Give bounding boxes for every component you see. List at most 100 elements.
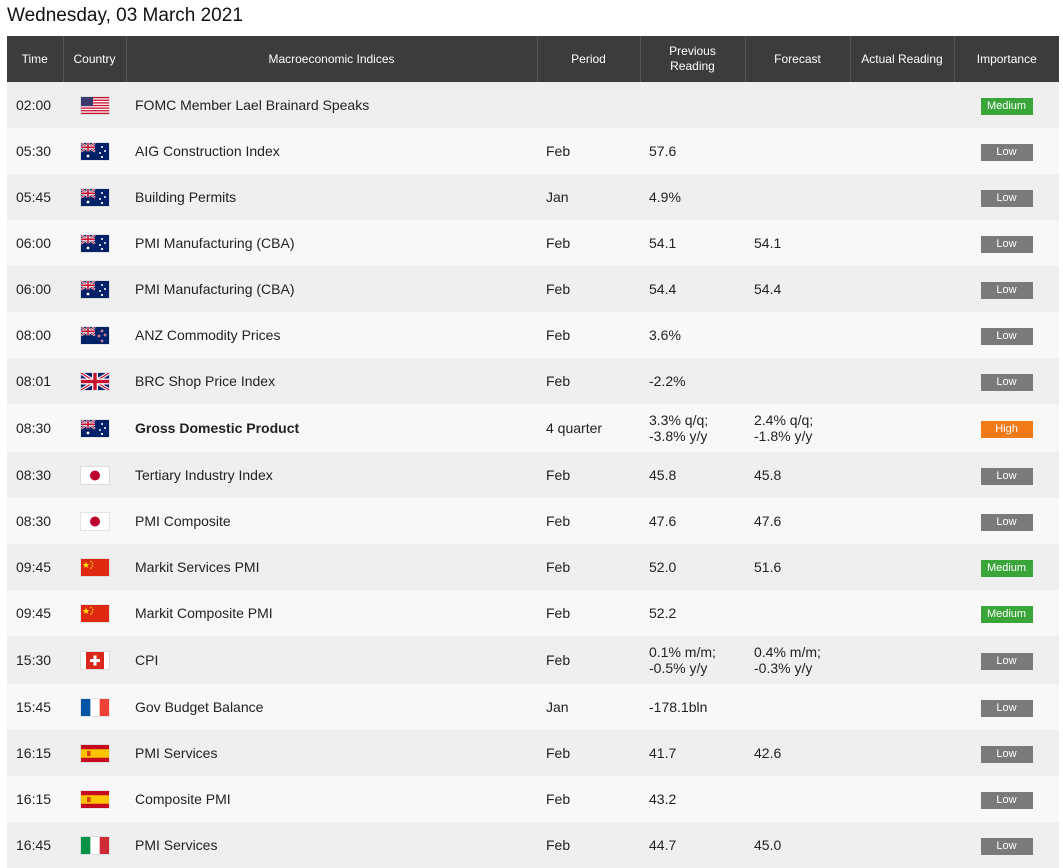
- cell-country: [63, 312, 126, 358]
- cell-country: [63, 404, 126, 452]
- cell-event: BRC Shop Price Index: [126, 358, 537, 404]
- col-header-actual[interactable]: Actual Reading: [849, 36, 954, 82]
- col-header-time[interactable]: Time: [7, 36, 63, 82]
- cell-time: 08:30: [7, 498, 63, 544]
- cell-period: Jan: [537, 684, 640, 730]
- table-row[interactable]: 05:30 AIG Construction Index Feb 57.6 Low: [7, 128, 1059, 174]
- cell-country: [63, 544, 126, 590]
- table-row[interactable]: 08:30 PMI Composite Feb 47.6 47.6 Low: [7, 498, 1059, 544]
- table-row[interactable]: 08:30 Gross Domestic Product 4 quarter 3.3%…: [7, 404, 1059, 452]
- cell-importance: Low: [954, 452, 1059, 498]
- cell-importance: Low: [954, 128, 1059, 174]
- col-header-period[interactable]: Period: [536, 36, 640, 82]
- cell-country: [63, 266, 126, 312]
- col-header-indices[interactable]: Macroeconomic Indices: [125, 36, 537, 82]
- importance-badge: Medium: [980, 97, 1033, 115]
- table-header-row: Time Country Macroeconomic Indices Perio…: [7, 36, 1059, 82]
- col-header-forecast[interactable]: Forecast: [744, 36, 850, 82]
- importance-badge: Low: [980, 837, 1033, 855]
- cell-previous: 57.6: [640, 128, 745, 174]
- australia-flag-icon: [80, 280, 109, 298]
- cell-importance: Low: [954, 636, 1059, 684]
- cell-previous: 41.7: [640, 730, 745, 776]
- cell-time: 15:45: [7, 684, 63, 730]
- cell-period: Feb: [537, 312, 640, 358]
- switzerland-flag-icon: [80, 651, 109, 669]
- cell-event: AIG Construction Index: [126, 128, 537, 174]
- cell-importance: Medium: [954, 544, 1059, 590]
- table-row[interactable]: 15:45 Gov Budget Balance Jan -178.1bln Low: [7, 684, 1059, 730]
- importance-badge: Medium: [980, 559, 1033, 577]
- table-row[interactable]: 08:01 BRC Shop Price Index Feb -2.2% Low: [7, 358, 1059, 404]
- importance-badge: Low: [980, 791, 1033, 809]
- cell-forecast: 45.0: [745, 822, 850, 868]
- cell-country: [63, 220, 126, 266]
- table-row[interactable]: 15:30 CPI Feb 0.1% m/m; -0.5% y/y 0.4% m/m; …: [7, 636, 1059, 684]
- table-row[interactable]: 09:45 Markit Composite PMI Feb 52.2 Medium: [7, 590, 1059, 636]
- australia-flag-icon: [80, 142, 109, 160]
- cell-forecast: [745, 82, 850, 128]
- cell-actual: [850, 312, 954, 358]
- table-row[interactable]: 09:45 Markit Services PMI Feb 52.0 51.6 Mediu…: [7, 544, 1059, 590]
- cell-importance: Low: [954, 822, 1059, 868]
- cell-time: 16:15: [7, 776, 63, 822]
- cell-actual: [850, 266, 954, 312]
- cell-importance: Low: [954, 498, 1059, 544]
- table-row[interactable]: 08:30 Tertiary Industry Index Feb 45.8 45.8 L…: [7, 452, 1059, 498]
- cell-actual: [850, 590, 954, 636]
- cell-actual: [850, 220, 954, 266]
- cell-time: 08:30: [7, 404, 63, 452]
- importance-badge: Low: [980, 189, 1033, 207]
- cell-previous: 52.0: [640, 544, 745, 590]
- cell-country: [63, 636, 126, 684]
- cell-previous: [640, 82, 745, 128]
- cell-event: PMI Services: [126, 730, 537, 776]
- cell-time: 15:30: [7, 636, 63, 684]
- australia-flag-icon: [80, 188, 109, 206]
- cell-event: Building Permits: [126, 174, 537, 220]
- table-row[interactable]: 08:00 ANZ Commodity Prices Feb 3.6% Low: [7, 312, 1059, 358]
- table-row[interactable]: 05:45 Building Permits Jan 4.9% Low: [7, 174, 1059, 220]
- cell-previous: 0.1% m/m; -0.5% y/y: [640, 636, 745, 684]
- cell-actual: [850, 452, 954, 498]
- cell-forecast: 42.6: [745, 730, 850, 776]
- cell-period: Feb: [537, 452, 640, 498]
- col-header-importance[interactable]: Importance: [953, 36, 1059, 82]
- cell-previous: 54.4: [640, 266, 745, 312]
- new-zealand-flag-icon: [80, 326, 109, 344]
- importance-badge: High: [980, 420, 1033, 438]
- cell-importance: Low: [954, 730, 1059, 776]
- cell-event: PMI Manufacturing (CBA): [126, 266, 537, 312]
- col-header-previous[interactable]: Previous Reading: [639, 36, 745, 82]
- cell-country: [63, 822, 126, 868]
- cell-event: Gross Domestic Product: [126, 404, 537, 452]
- table-row[interactable]: 16:15 Composite PMI Feb 43.2 Low: [7, 776, 1059, 822]
- cell-period: Feb: [537, 220, 640, 266]
- table-row[interactable]: 02:00 FOMC Member Lael Brainard Speaks Med…: [7, 82, 1059, 128]
- cell-time: 16:15: [7, 730, 63, 776]
- cell-previous: 3.6%: [640, 312, 745, 358]
- cell-previous: 47.6: [640, 498, 745, 544]
- cell-forecast: [745, 684, 850, 730]
- importance-badge: Low: [980, 327, 1033, 345]
- cell-actual: [850, 404, 954, 452]
- cell-country: [63, 358, 126, 404]
- table-row[interactable]: 06:00 PMI Manufacturing (CBA) Feb 54.1 54.1 L…: [7, 220, 1059, 266]
- cell-time: 09:45: [7, 590, 63, 636]
- cell-event: Composite PMI: [126, 776, 537, 822]
- cell-importance: Low: [954, 312, 1059, 358]
- cell-period: 4 quarter: [537, 404, 640, 452]
- cell-time: 08:30: [7, 452, 63, 498]
- table-row[interactable]: 16:45 PMI Services Feb 44.7 45.0 Low: [7, 822, 1059, 868]
- cell-forecast: [745, 128, 850, 174]
- cell-forecast: 51.6: [745, 544, 850, 590]
- cell-period: Feb: [537, 128, 640, 174]
- table-row[interactable]: 06:00 PMI Manufacturing (CBA) Feb 54.4 54.4 L…: [7, 266, 1059, 312]
- cell-forecast: [745, 358, 850, 404]
- importance-badge: Low: [980, 373, 1033, 391]
- cell-event: FOMC Member Lael Brainard Speaks: [126, 82, 537, 128]
- cell-forecast: 47.6: [745, 498, 850, 544]
- col-header-country[interactable]: Country: [62, 36, 126, 82]
- table-row[interactable]: 16:15 PMI Services Feb 41.7 42.6 Low: [7, 730, 1059, 776]
- importance-badge: Low: [980, 143, 1033, 161]
